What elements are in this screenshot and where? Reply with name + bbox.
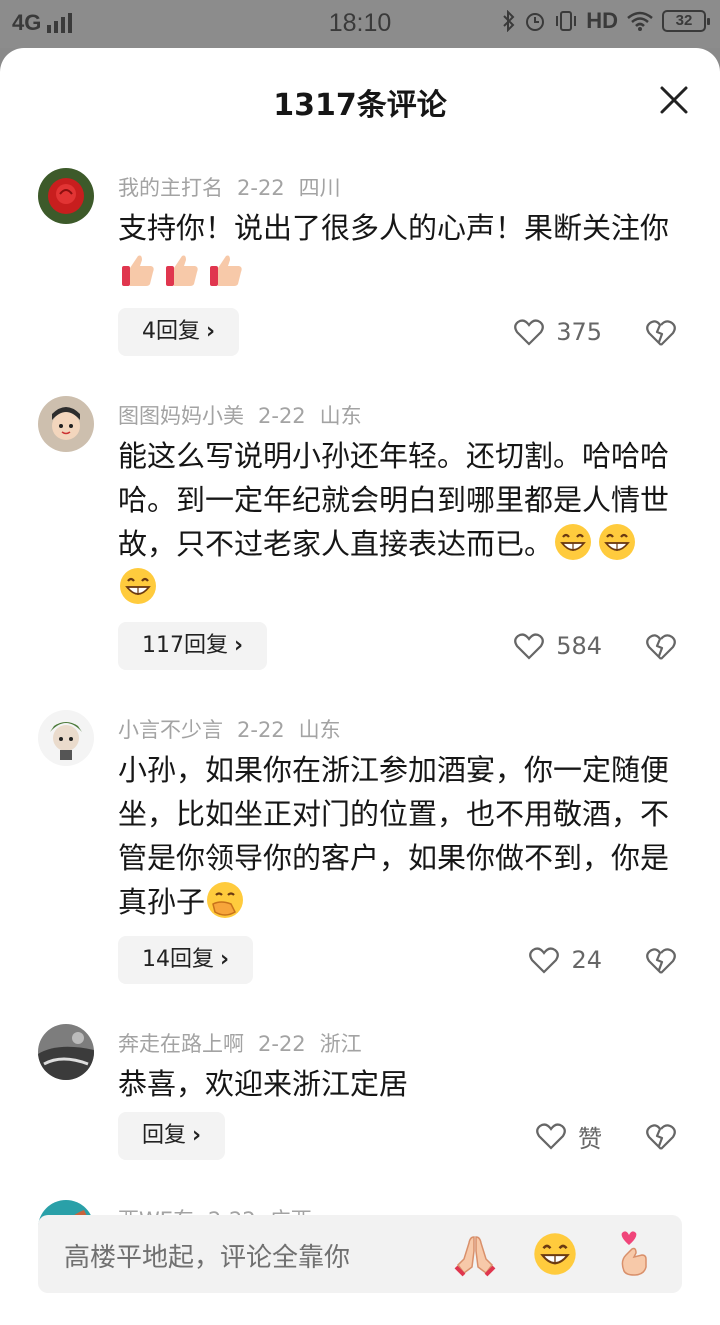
comment-text: 恭喜，欢迎来浙江定居 [118, 1062, 678, 1106]
vibrate-icon [556, 11, 577, 31]
avatar[interactable] [38, 168, 94, 224]
broken-heart-icon[interactable] [644, 943, 678, 977]
comment-date: 2-22 [258, 404, 306, 428]
comment-location: 四川 [298, 176, 341, 200]
heart-icon [514, 633, 545, 660]
alarm-icon [526, 13, 545, 31]
comment-text-content: 支持你！说出了很多人的心声！果断关注你 [118, 211, 670, 245]
like-count: 24 [571, 946, 602, 974]
chevron-right-icon: › [206, 319, 216, 344]
heart-icon [536, 1123, 566, 1150]
finger-heart-icon[interactable] [612, 1231, 658, 1277]
grin-icon [599, 524, 636, 560]
comments-sheet: 1317条评论 我的主打名 2-22 四川 支持你！说出了很多人的心声！果断关注你 … [0, 48, 720, 1325]
comment-text: 小孙，如果你在浙江参加酒宴，你一定随便坐，比如坐正对门的位置，也不用敬酒，不管是… [118, 748, 678, 924]
like-label: 赞 [578, 1124, 602, 1153]
reply-button[interactable]: 回复 › [118, 1112, 226, 1160]
comment-date: 2-22 [237, 718, 285, 742]
hd-indicator: HD [586, 8, 618, 33]
view-replies-button[interactable]: 117回复 › [118, 622, 268, 670]
like-button[interactable]: 584 [514, 622, 602, 670]
broken-heart-icon[interactable] [644, 315, 678, 349]
thumbs-up-icon [210, 255, 242, 286]
comment-meta: 奔走在路上啊 2-22 浙江 [118, 1028, 376, 1058]
hand-over-mouth-icon [207, 882, 244, 918]
avatar[interactable] [38, 1024, 94, 1080]
folded-hands-icon[interactable] [452, 1231, 498, 1277]
comment-count-title: 1317条评论 [273, 88, 447, 123]
avatar[interactable] [38, 396, 94, 452]
comment-input-bar[interactable]: 高楼平地起，评论全靠你 [38, 1215, 682, 1293]
reply-count-label: 4回复 [142, 319, 200, 344]
reply-count-label: 14回复 [142, 947, 214, 972]
status-bar: 4G 18:10 HD 32 [0, 0, 720, 48]
comment-location: 山东 [298, 718, 341, 742]
comment-meta: 我的主打名 2-22 四川 [118, 172, 355, 202]
comment-input-placeholder[interactable]: 高楼平地起，评论全靠你 [64, 1237, 350, 1274]
comment-text-content: 恭喜，欢迎来浙江定居 [118, 1067, 409, 1101]
grin-icon [120, 568, 156, 604]
like-button[interactable]: 375 [514, 308, 602, 356]
username[interactable]: 我的主打名 [118, 176, 223, 200]
comment-text: 能这么写说明小孙还年轻。还切割。哈哈哈哈。到一定年纪就会明白到哪里都是人情世故，… [118, 434, 678, 610]
heart-icon [529, 947, 560, 974]
heart-icon [514, 319, 545, 346]
close-icon[interactable] [658, 84, 690, 116]
grin-icon[interactable] [532, 1231, 578, 1277]
comment-meta: 小言不少言 2-22 山东 [118, 714, 355, 744]
view-replies-button[interactable]: 4回复 › [118, 308, 240, 356]
status-icons: HD 32 [502, 8, 710, 34]
thumbs-up-icon [166, 255, 198, 286]
comment-location: 山东 [319, 404, 362, 428]
wifi-icon [627, 11, 653, 31]
comment-meta: 图图妈妈小美 2-22 山东 [118, 400, 376, 430]
chevron-right-icon: › [192, 1123, 202, 1148]
comment-date: 2-22 [237, 176, 285, 200]
like-button[interactable]: 24 [529, 936, 602, 984]
grin-icon [555, 524, 592, 560]
broken-heart-icon[interactable] [644, 629, 678, 663]
view-replies-button[interactable]: 14回复 › [118, 936, 254, 984]
avatar[interactable] [38, 710, 94, 766]
chevron-right-icon: › [234, 633, 244, 658]
sheet-header: 1317条评论 [0, 48, 720, 152]
comment-date: 2-22 [258, 1032, 306, 1056]
reply-count-label: 117回复 [142, 633, 228, 658]
like-count: 375 [556, 318, 602, 346]
like-count: 584 [556, 632, 602, 660]
like-button[interactable]: 赞 [536, 1112, 602, 1160]
bluetooth-icon [503, 10, 515, 32]
broken-heart-icon[interactable] [644, 1119, 678, 1153]
comment-text-content: 小孙，如果你在浙江参加酒宴，你一定随便坐，比如坐正对门的位置，也不用敬酒，不管是… [118, 753, 670, 919]
comment-location: 浙江 [319, 1032, 362, 1056]
username[interactable]: 小言不少言 [118, 718, 223, 742]
username[interactable]: 奔走在路上啊 [118, 1032, 244, 1056]
username[interactable]: 图图妈妈小美 [118, 404, 244, 428]
battery-icon: 32 [662, 10, 710, 32]
reply-label: 回复 [142, 1123, 187, 1148]
chevron-right-icon: › [220, 947, 230, 972]
comment-text: 支持你！说出了很多人的心声！果断关注你 [118, 206, 678, 294]
thumbs-up-icon [122, 255, 154, 286]
